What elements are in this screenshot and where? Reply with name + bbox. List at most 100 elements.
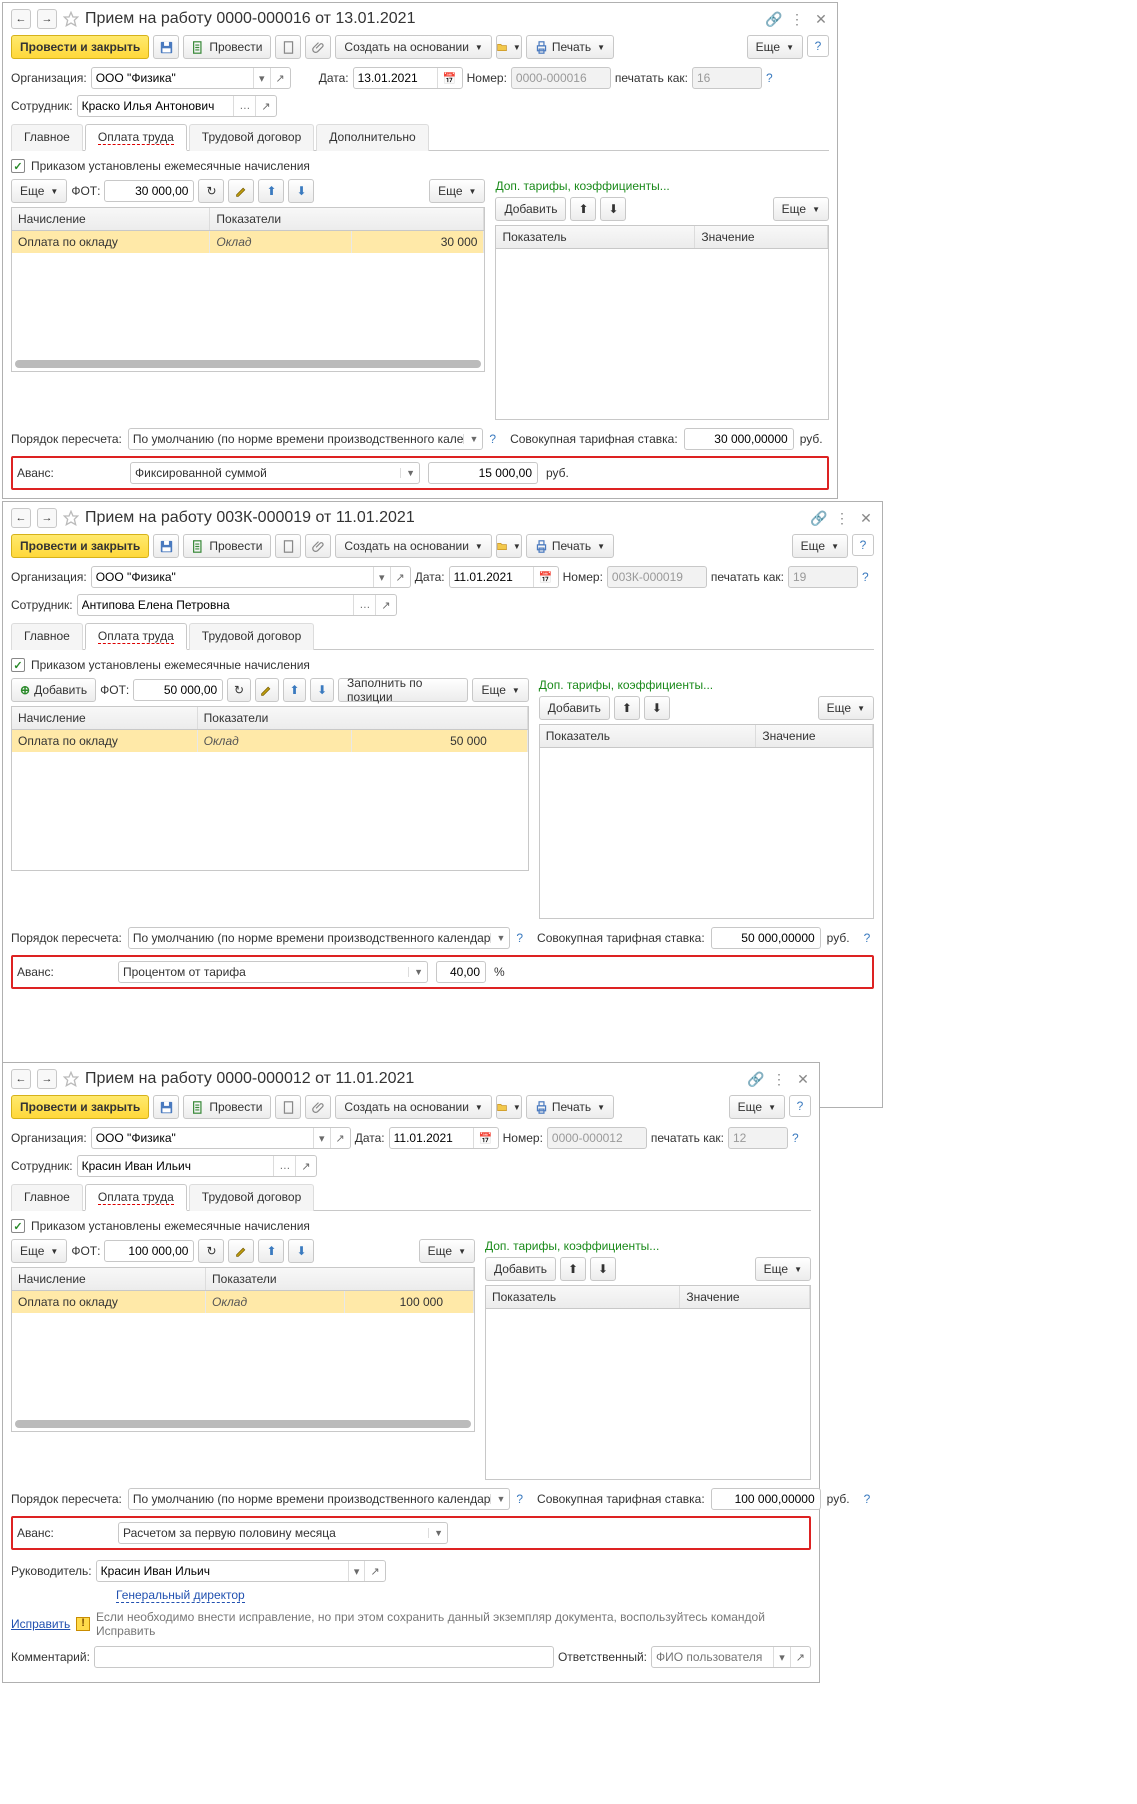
post-and-close-button[interactable]: Провести и закрыть — [11, 1095, 149, 1119]
chevron-down-icon[interactable]: ▾ — [773, 1647, 790, 1667]
rate-input[interactable] — [711, 1488, 821, 1510]
open-icon[interactable]: ↗ — [790, 1647, 810, 1667]
star-icon[interactable] — [63, 1071, 79, 1087]
right-down-button[interactable]: ⬇ — [644, 696, 670, 720]
right-down-button[interactable]: ⬇ — [590, 1257, 616, 1281]
org-input[interactable]: ▾↗ — [91, 67, 291, 89]
chevron-down-icon[interactable]: ▼ — [400, 468, 415, 478]
avans-amount-input[interactable] — [428, 462, 538, 484]
star-icon[interactable] — [63, 11, 79, 27]
create-on-basis-button[interactable]: Создать на основании▼ — [335, 35, 491, 59]
star-icon[interactable] — [63, 510, 79, 526]
tab-main[interactable]: Главное — [11, 623, 83, 650]
right-more-button[interactable]: Еще▼ — [773, 197, 829, 221]
fot-input[interactable] — [133, 679, 223, 701]
more-button[interactable]: Еще▼ — [747, 35, 803, 59]
close-icon[interactable]: ✕ — [795, 1071, 811, 1088]
move-down-button[interactable]: ⬇ — [310, 678, 334, 702]
monthly-accruals-checkbox[interactable] — [11, 1219, 25, 1233]
help-link[interactable]: ? — [516, 1492, 523, 1506]
print-button[interactable]: Печать▼ — [526, 534, 614, 558]
save-button[interactable] — [153, 35, 179, 59]
close-icon[interactable]: ✕ — [813, 11, 829, 28]
nav-forward-button[interactable]: → — [37, 1069, 57, 1089]
scrollbar[interactable] — [15, 360, 481, 368]
doc-button[interactable] — [275, 1095, 301, 1119]
manager-role-link[interactable]: Генеральный директор — [116, 1588, 245, 1603]
avans-select[interactable]: Расчетом за первую половину месяца▼ — [118, 1522, 448, 1544]
open-icon[interactable]: ↗ — [375, 595, 395, 615]
accruals-grid[interactable]: Начисление Показатели Оплата по окладу О… — [11, 1267, 475, 1432]
right-up-button[interactable]: ⬆ — [614, 696, 640, 720]
attach-button[interactable] — [305, 35, 331, 59]
avans-percent-input[interactable] — [436, 961, 486, 983]
doc-button[interactable] — [275, 35, 301, 59]
fix-link[interactable]: Исправить — [11, 1617, 70, 1631]
right-up-button[interactable]: ⬆ — [560, 1257, 586, 1281]
move-down-button[interactable]: ⬇ — [288, 179, 314, 203]
doc-button[interactable] — [275, 534, 301, 558]
refresh-button[interactable]: ↻ — [227, 678, 251, 702]
right-more-button[interactable]: Еще▼ — [818, 696, 874, 720]
post-button[interactable]: Провести — [183, 35, 271, 59]
chevron-down-icon[interactable]: ▼ — [463, 434, 478, 444]
chevron-down-icon[interactable]: ▾ — [373, 567, 390, 587]
manager-input[interactable]: ▾↗ — [96, 1560, 386, 1582]
chevron-down-icon[interactable]: ▼ — [428, 1528, 443, 1538]
chevron-down-icon[interactable]: ▾ — [253, 68, 270, 88]
right-add-button[interactable]: Добавить — [495, 197, 566, 221]
avans-select[interactable]: Фиксированной суммой▼ — [130, 462, 420, 484]
help-button[interactable]: ? — [789, 1095, 811, 1117]
save-button[interactable] — [153, 534, 179, 558]
save-button[interactable] — [153, 1095, 179, 1119]
print-button[interactable]: Печать▼ — [526, 1095, 614, 1119]
edit-button[interactable] — [228, 179, 254, 203]
recalc-select[interactable]: По умолчанию (по норме времени производс… — [128, 428, 483, 450]
fot-input[interactable] — [104, 1240, 194, 1262]
chevron-down-icon[interactable]: ▾ — [348, 1561, 365, 1581]
calendar-icon[interactable]: 📅 — [473, 1128, 498, 1148]
help-button[interactable]: ? — [807, 35, 829, 57]
right-up-button[interactable]: ⬆ — [570, 197, 596, 221]
add-button[interactable]: ⊕Добавить — [11, 678, 96, 702]
nav-back-button[interactable]: ← — [11, 9, 31, 29]
extra-rates-link[interactable]: Доп. тарифы, коэффициенты... — [495, 179, 829, 193]
employee-input[interactable]: …↗ — [77, 95, 277, 117]
post-and-close-button[interactable]: Провести и закрыть — [11, 35, 149, 59]
indicators-grid[interactable]: Показатель Значение — [495, 225, 829, 420]
open-icon[interactable]: ↗ — [330, 1128, 350, 1148]
close-icon[interactable]: ✕ — [858, 510, 874, 527]
number-input[interactable] — [547, 1127, 647, 1149]
more-button[interactable]: Еще▼ — [729, 1095, 785, 1119]
left-more-button[interactable]: Еще▼ — [11, 1239, 67, 1263]
tab-pay[interactable]: Оплата труда — [85, 1184, 187, 1211]
open-icon[interactable]: ↗ — [364, 1561, 384, 1581]
dots-icon[interactable]: … — [353, 595, 375, 615]
employee-input[interactable]: …↗ — [77, 594, 397, 616]
menu-dots-icon[interactable]: ⋮ — [789, 11, 805, 28]
indicators-grid[interactable]: Показатель Значение — [539, 724, 874, 919]
create-on-basis-button[interactable]: Создать на основании▼ — [335, 1095, 491, 1119]
tab-contract[interactable]: Трудовой договор — [189, 1184, 314, 1211]
calendar-icon[interactable]: 📅 — [533, 567, 558, 587]
help-link[interactable]: ? — [516, 931, 523, 945]
calendar-icon[interactable]: 📅 — [437, 68, 462, 88]
tab-contract[interactable]: Трудовой договор — [189, 124, 314, 151]
attach-button[interactable] — [305, 534, 331, 558]
table-row[interactable]: Оплата по окладу Оклад 50 000 — [12, 730, 528, 752]
help-link[interactable]: ? — [792, 1131, 799, 1145]
left-more2-button[interactable]: Еще▼ — [419, 1239, 475, 1263]
nav-back-button[interactable]: ← — [11, 1069, 31, 1089]
tab-pay[interactable]: Оплата труда — [85, 623, 187, 650]
table-row[interactable]: Оплата по окладу Оклад 100 000 — [12, 1291, 474, 1313]
open-icon[interactable]: ↗ — [390, 567, 410, 587]
chevron-down-icon[interactable]: ▾ — [313, 1128, 330, 1148]
link-icon[interactable]: 🔗 — [747, 1071, 763, 1088]
right-down-button[interactable]: ⬇ — [600, 197, 626, 221]
monthly-accruals-checkbox[interactable] — [11, 658, 25, 672]
accruals-grid[interactable]: Начисление Показатели Оплата по окладу О… — [11, 207, 485, 372]
chevron-down-icon[interactable]: ▼ — [408, 967, 423, 977]
tab-main[interactable]: Главное — [11, 1184, 83, 1211]
menu-dots-icon[interactable]: ⋮ — [771, 1071, 787, 1088]
link-icon[interactable]: 🔗 — [765, 11, 781, 28]
